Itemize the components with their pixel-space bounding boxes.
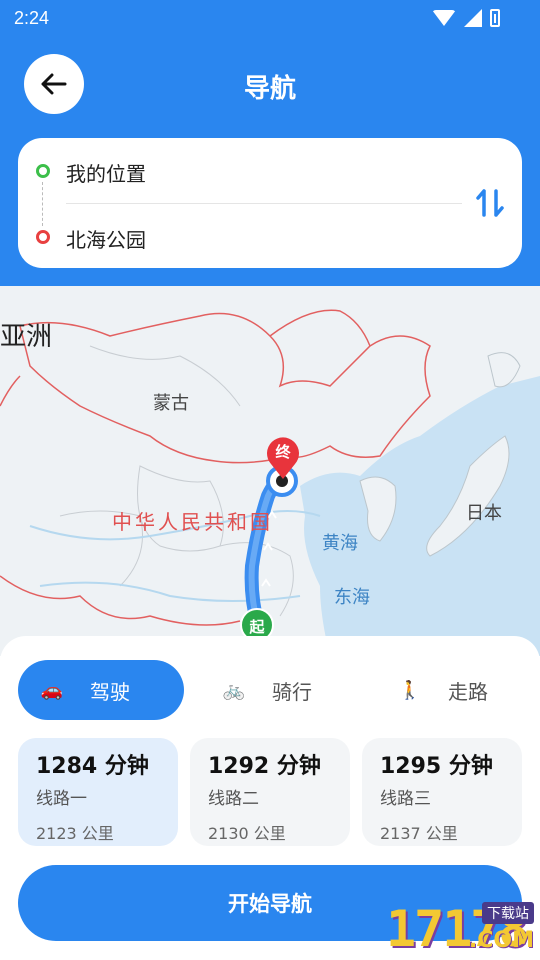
end-marker-pin[interactable]: 终 xyxy=(265,436,301,480)
start-dot-icon xyxy=(36,164,50,178)
walking-person-icon: 🚶 xyxy=(398,679,422,701)
route-distance: 2123 公里 xyxy=(36,824,114,843)
watermark-logo: 17178 下载站 .COM xyxy=(306,898,536,958)
header: 导航 我的位置 北海公园 xyxy=(0,36,540,286)
car-icon: 🚗 xyxy=(40,679,64,701)
map-view[interactable]: 亚洲 蒙古 中华人民共和国 黄海 东海 日本 终 起 xyxy=(0,286,540,656)
route-option-3[interactable]: 1295 分钟 线路三 2137 公里 xyxy=(362,738,522,846)
map-label-mongolia: 蒙古 xyxy=(153,393,189,414)
mode-walk-label: 走路 xyxy=(448,679,488,704)
map-label-china: 中华人民共和国 xyxy=(112,510,273,534)
route-distance: 2130 公里 xyxy=(208,824,286,843)
mode-bike-button[interactable]: 🚲 骑行 xyxy=(222,660,312,720)
mode-drive-button[interactable]: 🚗 驾驶 xyxy=(18,660,184,720)
end-dot-icon xyxy=(36,230,50,244)
mode-bike-label: 骑行 xyxy=(272,679,312,704)
route-option-2[interactable]: 1292 分钟 线路二 2130 公里 xyxy=(190,738,350,846)
status-time: 2:24 xyxy=(14,8,50,28)
start-marker-label: 起 xyxy=(249,618,265,636)
status-icons xyxy=(432,9,500,27)
swap-icon[interactable] xyxy=(476,188,504,218)
mode-drive-label: 驾驶 xyxy=(90,679,130,704)
route-duration: 1295 分钟 xyxy=(380,754,493,779)
route-name: 线路二 xyxy=(208,789,259,809)
origin-field[interactable]: 我的位置 xyxy=(66,158,146,187)
route-duration: 1292 分钟 xyxy=(208,754,321,779)
signal-icon xyxy=(464,9,482,27)
map-label-east-sea: 东海 xyxy=(334,587,370,608)
status-bar: 2:24 xyxy=(0,0,540,36)
watermark-tag: 下载站 xyxy=(482,902,534,924)
battery-icon xyxy=(490,9,500,27)
route-connector xyxy=(42,182,43,226)
watermark-suffix: .COM xyxy=(468,928,534,953)
mode-walk-button[interactable]: 🚶 走路 xyxy=(398,660,488,720)
end-marker-label: 终 xyxy=(275,443,291,461)
route-duration: 1284 分钟 xyxy=(36,754,149,779)
route-name: 线路一 xyxy=(36,789,87,809)
route-distance: 2137 公里 xyxy=(380,824,458,843)
route-name: 线路三 xyxy=(380,789,431,809)
divider xyxy=(66,203,462,204)
route-option-1[interactable]: 1284 分钟 线路一 2123 公里 xyxy=(18,738,178,846)
destination-field[interactable]: 北海公园 xyxy=(66,224,146,253)
page-title: 导航 xyxy=(243,74,296,104)
map-label-continent: 亚洲 xyxy=(0,322,53,352)
wifi-icon xyxy=(432,10,456,26)
map-label-yellow-sea: 黄海 xyxy=(322,533,358,554)
map-label-japan: 日本 xyxy=(466,503,502,524)
bicycle-icon: 🚲 xyxy=(222,679,246,701)
route-card: 我的位置 北海公园 xyxy=(18,138,522,268)
